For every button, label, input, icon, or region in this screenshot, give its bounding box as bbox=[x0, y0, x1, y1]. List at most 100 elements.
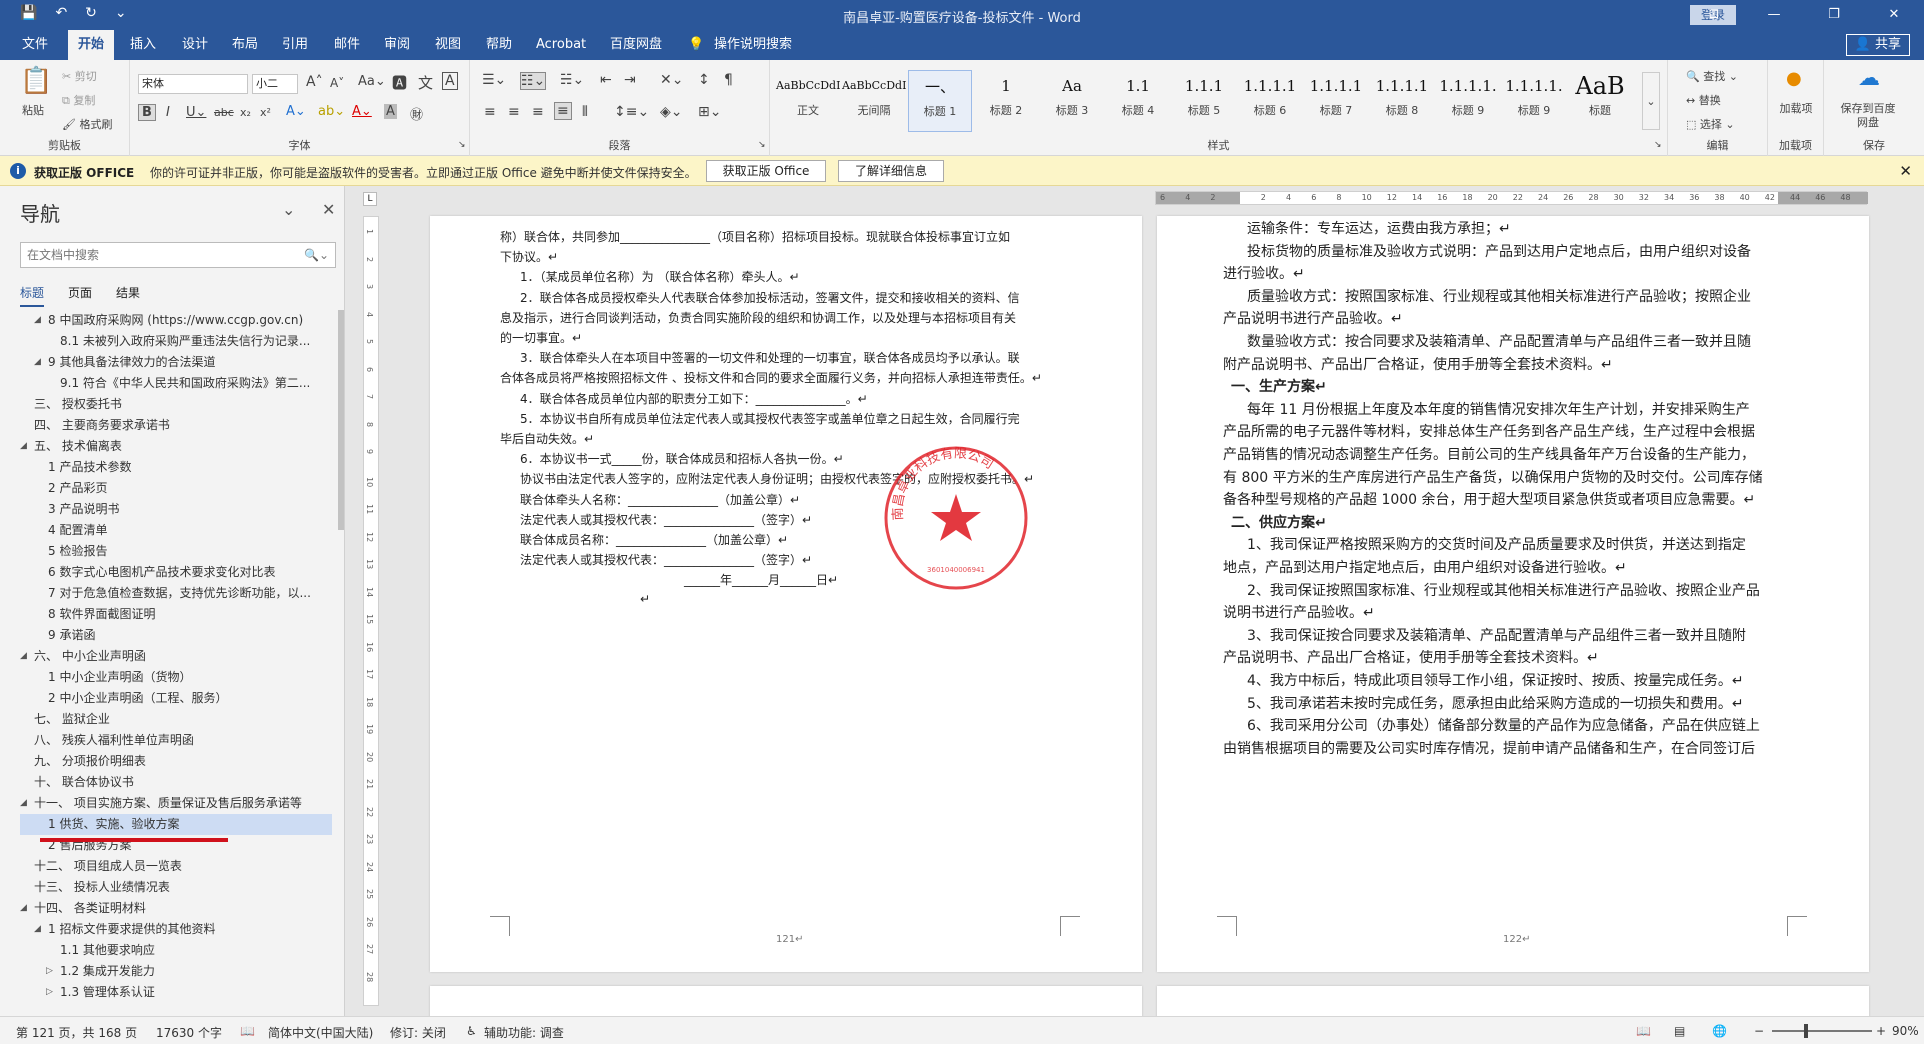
expand-toggle-icon[interactable]: ◢ bbox=[34, 919, 41, 940]
tab-review[interactable]: 审阅 bbox=[384, 30, 410, 60]
nav-heading-item[interactable]: ◢ 8 中国政府采购网 (https://www.ccgp.gov.cn) bbox=[20, 310, 332, 331]
nav-heading-item[interactable]: ◢ 十一、 项目实施方案、质量保证及售后服务承诺等 bbox=[20, 793, 332, 814]
nav-search-input[interactable]: 在文档中搜索 🔍⌄ bbox=[20, 242, 336, 268]
subscript-icon[interactable]: x₂ bbox=[240, 106, 251, 119]
font-name-select[interactable]: 宋体 bbox=[138, 74, 248, 94]
tab-home[interactable]: 开始 bbox=[68, 30, 115, 60]
tab-design[interactable]: 设计 bbox=[182, 30, 208, 60]
font-size-select[interactable]: 小二 bbox=[252, 74, 298, 94]
bold-icon[interactable]: B bbox=[138, 104, 156, 121]
proofing-icon[interactable]: 📖 bbox=[240, 1024, 255, 1038]
tab-mailings[interactable]: 邮件 bbox=[334, 30, 360, 60]
nav-heading-item[interactable]: 八、 残疾人福利性单位声明函 bbox=[20, 730, 332, 751]
style-item[interactable]: 1.1.1.1 标题 8 bbox=[1370, 70, 1434, 132]
paste-icon[interactable]: 📋 bbox=[20, 66, 52, 96]
page-count[interactable]: 第 121 页，共 168 页 bbox=[16, 1024, 137, 1041]
style-item[interactable]: 1 标题 2 bbox=[974, 70, 1038, 132]
paste-button[interactable]: 粘贴 bbox=[22, 102, 44, 118]
tab-view[interactable]: 视图 bbox=[435, 30, 461, 60]
style-item[interactable]: AaB 标题 bbox=[1568, 70, 1632, 132]
multilevel-list-icon[interactable]: ☵⌄ bbox=[560, 72, 584, 88]
web-layout-icon[interactable]: 🌐 bbox=[1712, 1024, 1727, 1038]
nav-heading-item[interactable]: 2 产品彩页 bbox=[20, 478, 332, 499]
nav-scrollbar[interactable] bbox=[337, 310, 345, 1010]
underline-icon[interactable]: U⌄ bbox=[186, 105, 206, 120]
clear-format-icon[interactable]: 🅰 bbox=[392, 72, 407, 93]
nav-tab-pages[interactable]: 页面 bbox=[68, 284, 92, 307]
sort-icon[interactable]: ↕ bbox=[698, 72, 710, 88]
tab-baidu[interactable]: 百度网盘 bbox=[610, 30, 662, 60]
nav-heading-item[interactable]: 8.1 未被列入政府采购严重违法失信行为记录... bbox=[20, 331, 332, 352]
page-121[interactable]: ↵ ______年______月______日↵ 法定代表人或其授权代表：_____… bbox=[430, 216, 1142, 972]
word-count[interactable]: 17630 个字 bbox=[156, 1024, 222, 1041]
cut-button[interactable]: ✂ 剪切 bbox=[62, 68, 97, 84]
language[interactable]: 简体中文(中国大陆) bbox=[268, 1024, 373, 1041]
page-122[interactable]: 由销售根据项目的需要及公司实时库存情况，提前申请产品储备和生产，在合同签订后 6、… bbox=[1157, 216, 1869, 972]
nav-heading-item[interactable]: ◢ 1 招标文件要求提供的其他资料 bbox=[20, 919, 332, 940]
nav-heading-item[interactable]: 七、 监狱企业 bbox=[20, 709, 332, 730]
expand-toggle-icon[interactable]: ◢ bbox=[20, 793, 27, 814]
nav-close-icon[interactable]: ✕ bbox=[322, 200, 335, 219]
nav-tab-headings[interactable]: 标题 bbox=[20, 284, 45, 307]
nav-heading-item[interactable]: 4 配置清单 bbox=[20, 520, 332, 541]
ribbon-display-options-icon[interactable]: ⊡ bbox=[1684, 0, 1744, 30]
tab-insert[interactable]: 插入 bbox=[130, 30, 156, 60]
nav-heading-item[interactable]: ◢ 9 其他具备法律效力的合法渠道 bbox=[20, 352, 332, 373]
line-spacing-icon[interactable]: ↕≡⌄ bbox=[614, 104, 649, 120]
minimize-button[interactable]: — bbox=[1744, 0, 1804, 30]
search-icon[interactable]: 🔍⌄ bbox=[304, 243, 329, 267]
shrink-font-icon[interactable]: A˅ bbox=[330, 76, 344, 90]
tell-me-search[interactable]: 操作说明搜索 bbox=[714, 30, 792, 60]
borders-icon[interactable]: ⊞⌄ bbox=[698, 104, 721, 120]
read-mode-icon[interactable]: 📖 bbox=[1636, 1024, 1651, 1038]
nav-heading-item[interactable]: 1.1 其他要求响应 bbox=[20, 940, 332, 961]
decrease-indent-icon[interactable]: ⇤ bbox=[600, 72, 612, 88]
zoom-level[interactable]: 90% bbox=[1892, 1024, 1919, 1038]
zoom-slider[interactable] bbox=[1772, 1030, 1872, 1032]
align-right-icon[interactable]: ≡ bbox=[532, 104, 544, 120]
nav-heading-item[interactable]: ▷ 1.3 管理体系认证 bbox=[20, 982, 332, 1003]
tab-layout[interactable]: 布局 bbox=[232, 30, 258, 60]
nav-heading-item[interactable]: 9.1 符合《中华人民共和国政府采购法》第二... bbox=[20, 373, 332, 394]
next-page-left[interactable] bbox=[430, 986, 1142, 1016]
align-left-icon[interactable]: ≡ bbox=[484, 104, 496, 120]
expand-toggle-icon[interactable]: ◢ bbox=[20, 898, 27, 919]
nav-heading-item[interactable]: 9 承诺函 bbox=[20, 625, 332, 646]
nav-heading-item[interactable]: 8 软件界面截图证明 bbox=[20, 604, 332, 625]
zoom-in-icon[interactable]: + bbox=[1876, 1024, 1886, 1038]
nav-heading-item[interactable]: 5 检验报告 bbox=[20, 541, 332, 562]
style-item[interactable]: 1.1 标题 4 bbox=[1106, 70, 1170, 132]
tab-selector[interactable]: L bbox=[363, 192, 377, 206]
style-item[interactable]: AaBbCcDdI 正文 bbox=[776, 70, 840, 132]
style-item[interactable]: AaBbCcDdI 无间隔 bbox=[842, 70, 906, 132]
next-page-right[interactable] bbox=[1157, 986, 1869, 1016]
superscript-icon[interactable]: x² bbox=[260, 106, 271, 119]
justify-icon[interactable]: ≡ bbox=[554, 102, 572, 120]
strikethrough-icon[interactable]: abc bbox=[214, 106, 234, 119]
style-item[interactable]: 一、 标题 1 bbox=[908, 70, 972, 132]
print-layout-icon[interactable]: ▤ bbox=[1674, 1024, 1685, 1038]
expand-toggle-icon[interactable]: ◢ bbox=[20, 436, 27, 457]
copy-button[interactable]: ⧉ 复制 bbox=[62, 92, 95, 108]
track-changes[interactable]: 修订: 关闭 bbox=[390, 1024, 446, 1041]
close-button[interactable]: ✕ bbox=[1864, 0, 1924, 30]
grow-font-icon[interactable]: A˄ bbox=[306, 74, 323, 90]
find-button[interactable]: 🔍 查找 ⌄ bbox=[1686, 68, 1738, 84]
expand-toggle-icon[interactable]: ◢ bbox=[34, 310, 41, 331]
nav-heading-item[interactable]: 四、 主要商务要求承诺书 bbox=[20, 415, 332, 436]
nav-scroll-thumb[interactable] bbox=[338, 310, 344, 530]
tab-references[interactable]: 引用 bbox=[282, 30, 308, 60]
horizontal-ruler[interactable]: 6 4 2 2 4 6 8 10 12 14 16 18 20 22 24 26 28 30 32 34 36 38 40 4… bbox=[1155, 191, 1868, 205]
style-item[interactable]: 1.1.1.1 标题 6 bbox=[1238, 70, 1302, 132]
style-item[interactable]: Aa 标题 3 bbox=[1040, 70, 1104, 132]
numbering-icon[interactable]: ☷⌄ bbox=[520, 72, 547, 90]
save-to-baidu-button[interactable]: 保存到百度网盘 bbox=[1838, 102, 1898, 130]
nav-heading-item[interactable]: 7 对于危急值检查数据，支持优先诊断功能，以... bbox=[20, 583, 332, 604]
nav-heading-item[interactable]: 十三、 投标人业绩情况表 bbox=[20, 877, 332, 898]
nav-tab-results[interactable]: 结果 bbox=[116, 284, 140, 307]
italic-icon[interactable]: I bbox=[166, 105, 170, 120]
get-genuine-button[interactable]: 获取正版 Office bbox=[706, 160, 826, 182]
accessibility-status[interactable]: 辅助功能: 调查 bbox=[484, 1024, 564, 1041]
nav-heading-item[interactable]: 三、 授权委托书 bbox=[20, 394, 332, 415]
increase-indent-icon[interactable]: ⇥ bbox=[624, 72, 636, 88]
